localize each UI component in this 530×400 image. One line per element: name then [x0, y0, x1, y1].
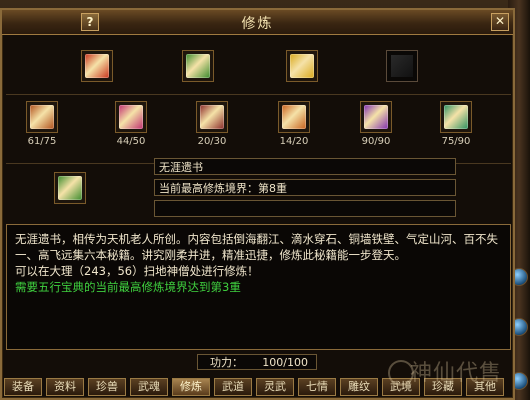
close-button[interactable]: ✕ [491, 13, 509, 31]
skill-count: 90/90 [361, 136, 391, 147]
realm-level: 当前最高修炼境界：第8重 [154, 179, 456, 196]
location-text: 可以在大理（243，56）扫地神僧处进行修炼！ [15, 264, 259, 278]
tab-9[interactable]: 雕纹 [340, 378, 378, 396]
tab-1[interactable]: 装备 [4, 378, 42, 396]
tab-5[interactable]: 修炼 [172, 378, 210, 396]
book-slot-1[interactable] [81, 50, 113, 82]
green-book-icon [58, 176, 82, 200]
skill-item[interactable]: 14/20 [272, 101, 316, 147]
skill-count: 14/20 [279, 136, 309, 147]
brown-scroll-icon [30, 105, 54, 129]
skill-count: 75/90 [441, 136, 471, 147]
cultivation-window: ? 修炼 ✕ 61/75 44/50 20/30 14/20 90/90 75/… [0, 8, 515, 400]
watermark: 神仙代售 [410, 361, 503, 386]
tab-3[interactable]: 珍兽 [88, 378, 126, 396]
maroon-scroll-icon [200, 105, 224, 129]
skill-count: 44/50 [116, 136, 146, 147]
red-book-icon [85, 54, 109, 78]
book-name: 无涯遗书 [154, 158, 456, 175]
skill-item[interactable]: 75/90 [434, 101, 478, 147]
skill-count: 20/30 [197, 136, 227, 147]
gold-book-icon [290, 54, 314, 78]
orange-scroll-icon [282, 105, 306, 129]
selected-book-slot[interactable] [54, 172, 86, 204]
power-field: 功力： 100/100 [197, 354, 317, 370]
description-panel: 无涯遗书，相传为天机老人所创。内容包括倒海翻江、滴水穿石、铜墙铁壁、气定山河、百… [6, 224, 511, 350]
window-title: 修炼 [241, 16, 274, 32]
tab-7[interactable]: 灵武 [256, 378, 294, 396]
power-value: 100/100 [262, 356, 308, 369]
skill-item[interactable]: 44/50 [109, 101, 153, 147]
extra-info [154, 200, 456, 217]
skill-item[interactable]: 61/75 [20, 101, 64, 147]
tab-8[interactable]: 七情 [298, 378, 336, 396]
green-book-icon [186, 54, 210, 78]
description-text: 无涯遗书，相传为天机老人所创。内容包括倒海翻江、滴水穿石、铜墙铁壁、气定山河、百… [15, 232, 498, 262]
tab-2[interactable]: 资料 [46, 378, 84, 396]
title-bar[interactable]: ? 修炼 ✕ [2, 10, 513, 35]
power-label: 功力： [210, 356, 243, 369]
skill-count: 61/75 [27, 136, 57, 147]
teal-scroll-icon [444, 105, 468, 129]
pink-scroll-icon [119, 105, 143, 129]
skill-item[interactable]: 20/30 [190, 101, 234, 147]
purple-scroll-icon [364, 105, 388, 129]
empty-slot-icon [391, 55, 413, 77]
skill-row: 61/75 44/50 20/30 14/20 90/90 75/90 [6, 94, 511, 164]
requirement-text: 需要五行宝典的当前最高修炼境界达到第3重 [15, 280, 241, 294]
book-slot-4[interactable] [386, 50, 418, 82]
skill-item[interactable]: 90/90 [354, 101, 398, 147]
tab-6[interactable]: 武道 [214, 378, 252, 396]
book-slot-2[interactable] [182, 50, 214, 82]
tab-4[interactable]: 武魂 [130, 378, 168, 396]
book-slot-3[interactable] [286, 50, 318, 82]
